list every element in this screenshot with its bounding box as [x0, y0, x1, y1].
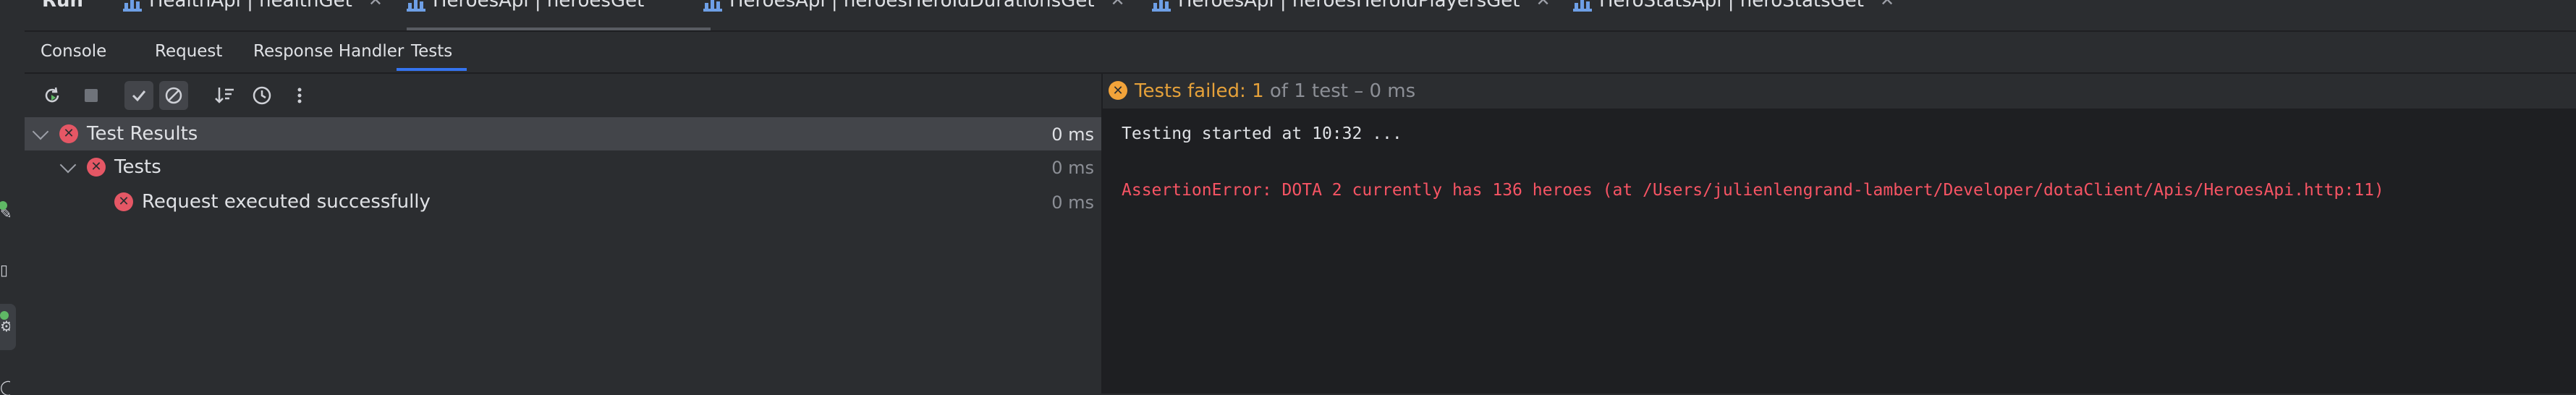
run-tab-heroes-durations-get[interactable]: HeroesApi | heroesHeroIdDurationsGet ✕ — [703, 0, 1125, 20]
tree-duration: 0 ms — [1051, 158, 1094, 178]
run-tab-label: HeroesApi | heroesHeroIdPlayersGet — [1178, 0, 1520, 12]
close-icon[interactable]: ✕ — [1880, 0, 1894, 10]
tree-duration: 0 ms — [1051, 124, 1094, 145]
failed-status-icon: ✕ — [59, 124, 78, 143]
run-title: Run — [42, 0, 84, 12]
rerun-icon[interactable] — [38, 81, 67, 110]
run-tool-window-header: Run HealthApi | healthGet ✕ HeroesApi | … — [25, 0, 2576, 32]
run-tab-label: HeroesApi | heroesHeroIdDurationsGet — [729, 0, 1095, 12]
close-icon[interactable]: ✕ — [1536, 0, 1551, 10]
status-prefix: Tests failed: — [1135, 80, 1253, 102]
tab-request[interactable]: Request — [140, 32, 237, 71]
tool-window-strip: ✎ ▯ ⚙ ◯ — [0, 0, 26, 395]
tree-row-test-results[interactable]: ✕ Test Results 0 ms — [25, 117, 1101, 150]
close-icon[interactable]: ✕ — [368, 0, 383, 10]
http-request-icon — [1573, 0, 1592, 12]
chevron-down-icon[interactable] — [59, 156, 77, 174]
stop-icon[interactable] — [77, 81, 106, 110]
active-tab-indicator — [407, 27, 711, 30]
http-request-icon — [407, 0, 425, 12]
test-toolbar — [25, 74, 1101, 117]
run-content-tabs: Console Request Response Handler Tests — [25, 32, 2576, 74]
run-tab-hero-stats-get[interactable]: HeroStatsApi | heroStatsGet ✕ — [1573, 0, 1894, 20]
tree-label: Tests — [114, 156, 161, 178]
tree-row-request-executed[interactable]: ✕ Request executed successfully 0 ms — [25, 185, 1101, 218]
running-indicator-dot — [0, 311, 9, 320]
run-tab-health-get[interactable]: HealthApi | healthGet ✕ — [123, 0, 383, 20]
test-status-bar: ✕ Tests failed: 1 of 1 test – 0 ms — [1103, 74, 2576, 109]
http-request-icon — [123, 0, 142, 12]
tab-response-handler[interactable]: Response Handler — [239, 32, 418, 71]
chevron-down-icon[interactable] — [32, 123, 49, 140]
run-tab-heroes-get[interactable]: HeroesApi | heroesGet — [407, 0, 644, 20]
services-icon[interactable]: ◯ — [0, 379, 10, 395]
tree-label: Request executed successfully — [142, 191, 431, 213]
console-started-line: Testing started at 10:32 ... — [1122, 124, 1402, 143]
sort-icon[interactable] — [210, 81, 239, 110]
http-request-icon — [1152, 0, 1171, 12]
show-ignored-icon[interactable] — [159, 81, 188, 110]
tab-console[interactable]: Console — [26, 32, 121, 71]
status-failed-count: 1 — [1252, 80, 1264, 102]
tree-duration: 0 ms — [1051, 192, 1094, 213]
test-tree-pane: ✕ Test Results 0 ms ✕ Tests 0 ms ✕ Reque… — [25, 74, 1101, 394]
run-tool-icon[interactable]: ⚙ — [0, 318, 10, 334]
status-suffix: of 1 test – 0 ms — [1263, 80, 1416, 102]
http-request-icon — [703, 0, 722, 12]
run-tab-label: HeroStatsApi | heroStatsGet — [1599, 0, 1864, 12]
failed-status-icon: ✕ — [114, 192, 133, 211]
status-summary: Tests failed: 1 of 1 test – 0 ms — [1135, 80, 1415, 102]
test-output-pane: ✕ Tests failed: 1 of 1 test – 0 ms Testi… — [1103, 74, 2576, 394]
history-icon[interactable] — [247, 81, 276, 110]
run-tab-label: HealthApi | healthGet — [149, 0, 352, 12]
console-error-line: AssertionError: DOTA 2 currently has 136… — [1122, 181, 2384, 200]
show-passed-icon[interactable] — [124, 81, 153, 110]
close-icon[interactable]: ✕ — [1111, 0, 1125, 10]
more-icon[interactable] — [285, 81, 314, 110]
failed-status-icon: ✕ — [87, 158, 106, 177]
tab-tests[interactable]: Tests — [397, 32, 467, 71]
warning-icon: ✕ — [1109, 81, 1127, 100]
tree-label: Test Results — [87, 123, 198, 145]
tree-row-tests[interactable]: ✕ Tests 0 ms — [25, 150, 1101, 184]
run-tab-label: HeroesApi | heroesGet — [433, 0, 645, 12]
run-tab-heroes-players-get[interactable]: HeroesApi | heroesHeroIdPlayersGet ✕ — [1152, 0, 1551, 20]
terminal-icon[interactable]: ▯ — [0, 262, 10, 278]
